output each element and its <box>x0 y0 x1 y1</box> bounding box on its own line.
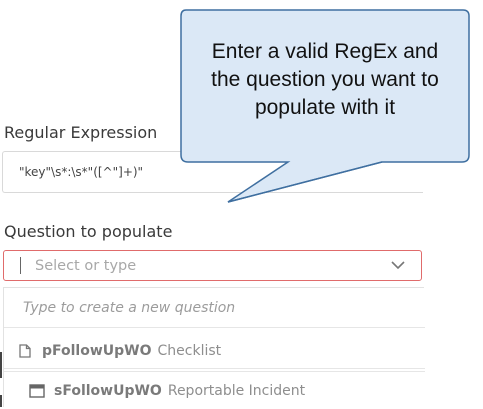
callout-line: Enter a valid RegEx and <box>211 40 439 63</box>
select-placeholder: Select or type <box>35 257 137 274</box>
create-question-hint-text: Type to create a new question <box>23 299 236 316</box>
regex-input[interactable]: "key"\s*:\s*"([^"]+)" <box>2 151 423 193</box>
dropdown-option[interactable]: pFollowUpWO Checklist <box>4 333 425 369</box>
regular-expression-label: Regular Expression <box>4 123 158 142</box>
option-type: Reportable Incident <box>167 382 306 399</box>
question-select[interactable]: Select or type <box>3 250 422 281</box>
question-dropdown-menu: Type to create a new question pFollowUpW… <box>3 287 425 409</box>
callout-line: the question you want to <box>211 68 439 91</box>
chevron-down-icon[interactable] <box>387 255 409 277</box>
text-cursor <box>20 257 21 274</box>
callout-line: populate with it <box>254 96 396 119</box>
option-name: pFollowUpWO <box>42 342 152 359</box>
left-edge-marker <box>0 352 2 378</box>
window-icon <box>29 383 45 399</box>
document-icon <box>17 343 33 359</box>
dropdown-option[interactable]: sFollowUpWO Reportable Incident <box>4 371 425 409</box>
left-edge-marker <box>0 395 2 407</box>
create-question-hint[interactable]: Type to create a new question <box>4 288 425 328</box>
callout-text: Enter a valid RegEx and the question you… <box>181 38 469 122</box>
question-to-populate-label: Question to populate <box>4 222 173 241</box>
option-name: sFollowUpWO <box>54 382 162 399</box>
option-type: Checklist <box>157 342 222 359</box>
